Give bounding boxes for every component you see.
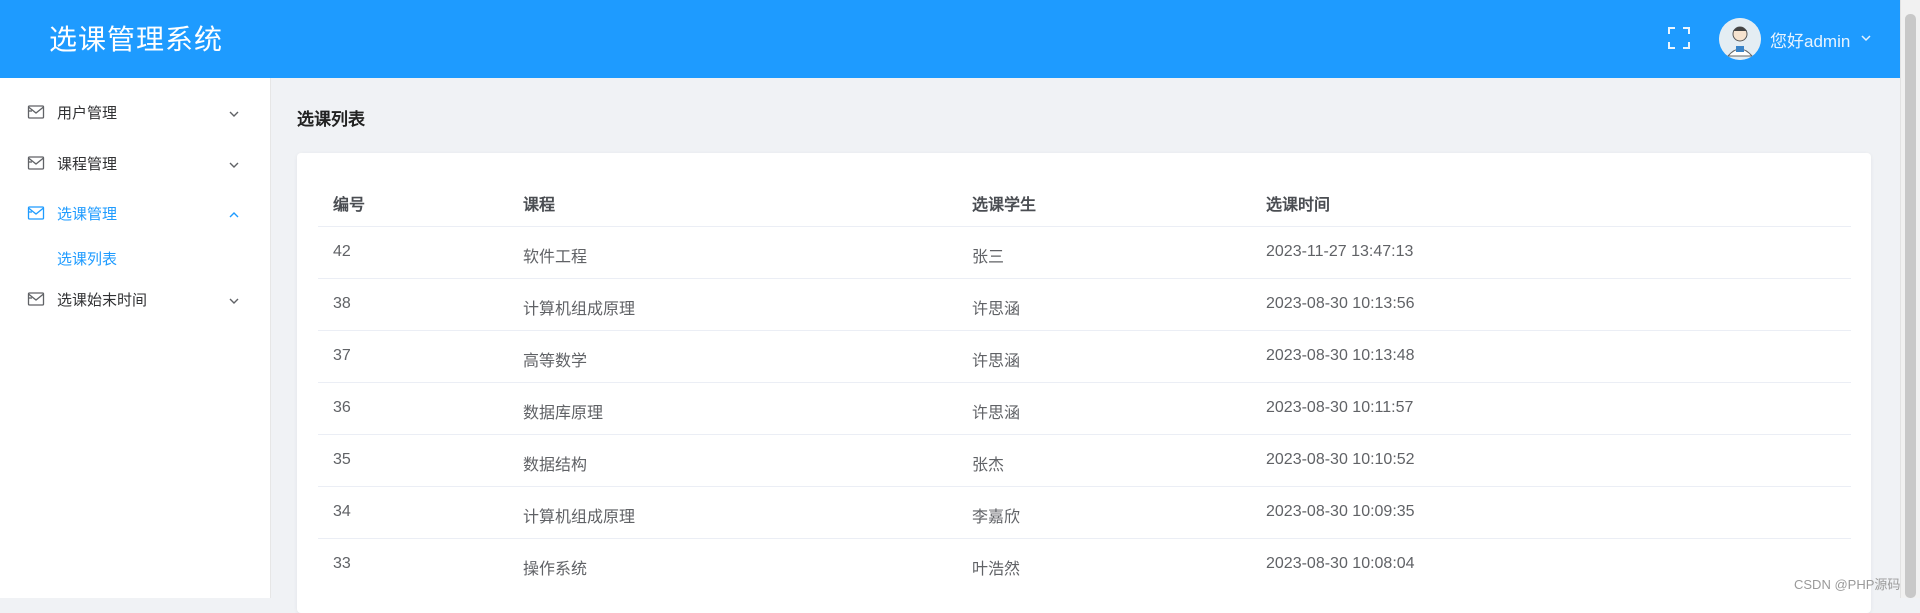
top-header: 选课管理系统 您好admin [0, 0, 1900, 78]
sidebar-item-label: 课程管理 [57, 156, 118, 173]
sidebar-item-course-management[interactable]: 课程管理 [0, 138, 270, 188]
cell-student: 许思涵 [972, 405, 1021, 422]
sidebar-item-label: 选课管理 [57, 206, 118, 223]
cell-course: 数据结构 [523, 457, 588, 474]
cell-time: 2023-11-27 13:47:13 [1266, 243, 1414, 260]
cell-id: 35 [333, 451, 351, 468]
mail-icon [27, 291, 45, 307]
cell-course: 软件工程 [523, 249, 588, 266]
chevron-up-icon [228, 208, 240, 220]
column-header-time: 选课时间 [1266, 197, 1331, 214]
cell-id: 33 [333, 555, 351, 572]
cell-time: 2023-08-30 10:11:57 [1266, 399, 1414, 416]
table-row: 37 高等数学 许思涵 2023-08-30 10:13:48 [318, 330, 1851, 383]
cell-course: 高等数学 [523, 353, 588, 370]
cell-course: 数据库原理 [523, 405, 604, 422]
cell-id: 34 [333, 503, 351, 520]
table-row: 38 计算机组成原理 许思涵 2023-08-30 10:13:56 [318, 278, 1851, 331]
sidebar: 用户管理 课程管理 选课管理 选课列表 选课始末时间 [0, 78, 271, 598]
sidebar-item-selection-management[interactable]: 选课管理 [0, 188, 270, 238]
app-title: 选课管理系统 [49, 24, 224, 55]
chevron-down-icon[interactable] [1860, 31, 1872, 43]
cell-student: 许思涵 [972, 353, 1021, 370]
sidebar-item-label: 用户管理 [57, 105, 118, 122]
column-header-id: 编号 [333, 197, 366, 214]
cell-student: 叶浩然 [972, 561, 1021, 578]
cell-student: 许思涵 [972, 301, 1021, 318]
mail-icon [27, 155, 45, 171]
table-row: 34 计算机组成原理 李嘉欣 2023-08-30 10:09:35 [318, 486, 1851, 539]
table-row: 36 数据库原理 许思涵 2023-08-30 10:11:57 [318, 382, 1851, 435]
chevron-down-icon [228, 294, 240, 306]
sidebar-item-label: 选课始末时间 [57, 292, 148, 309]
table-row: 33 操作系统 叶浩然 2023-08-30 10:08:04 [318, 538, 1851, 591]
cell-time: 2023-08-30 10:13:48 [1266, 347, 1415, 364]
scrollbar-thumb[interactable] [1905, 14, 1916, 598]
sidebar-subitem-selection-list[interactable]: 选课列表 [57, 248, 117, 269]
fullscreen-icon[interactable] [1668, 27, 1690, 49]
page-title: 选课列表 [297, 110, 365, 129]
column-header-course: 课程 [523, 197, 556, 214]
cell-time: 2023-08-30 10:10:52 [1266, 451, 1415, 468]
mail-icon [27, 205, 45, 221]
chevron-down-icon [228, 158, 240, 170]
cell-course: 计算机组成原理 [523, 509, 636, 526]
cell-course: 操作系统 [523, 561, 588, 578]
vertical-scrollbar[interactable] [1900, 0, 1920, 598]
cell-student: 李嘉欣 [972, 509, 1021, 526]
user-avatar[interactable] [1719, 18, 1761, 60]
cell-id: 37 [333, 347, 351, 364]
table-row: 35 数据结构 张杰 2023-08-30 10:10:52 [318, 434, 1851, 487]
cell-student: 张三 [972, 249, 1005, 266]
cell-id: 36 [333, 399, 351, 416]
cell-time: 2023-08-30 10:13:56 [1266, 295, 1415, 312]
sidebar-item-user-management[interactable]: 用户管理 [0, 87, 270, 137]
sidebar-item-selection-period[interactable]: 选课始末时间 [0, 274, 270, 324]
mail-icon [27, 104, 45, 120]
cell-id: 42 [333, 243, 351, 260]
cell-time: 2023-08-30 10:09:35 [1266, 503, 1415, 520]
cell-course: 计算机组成原理 [523, 301, 636, 318]
table-row: 42 软件工程 张三 2023-11-27 13:47:13 [318, 226, 1851, 279]
chevron-down-icon [228, 107, 240, 119]
column-header-student: 选课学生 [972, 197, 1037, 214]
user-greeting[interactable]: 您好admin [1770, 27, 1850, 52]
cell-student: 张杰 [972, 457, 1005, 474]
cell-id: 38 [333, 295, 351, 312]
watermark: CSDN @PHP源码 [1794, 577, 1901, 592]
cell-time: 2023-08-30 10:08:04 [1266, 555, 1415, 572]
